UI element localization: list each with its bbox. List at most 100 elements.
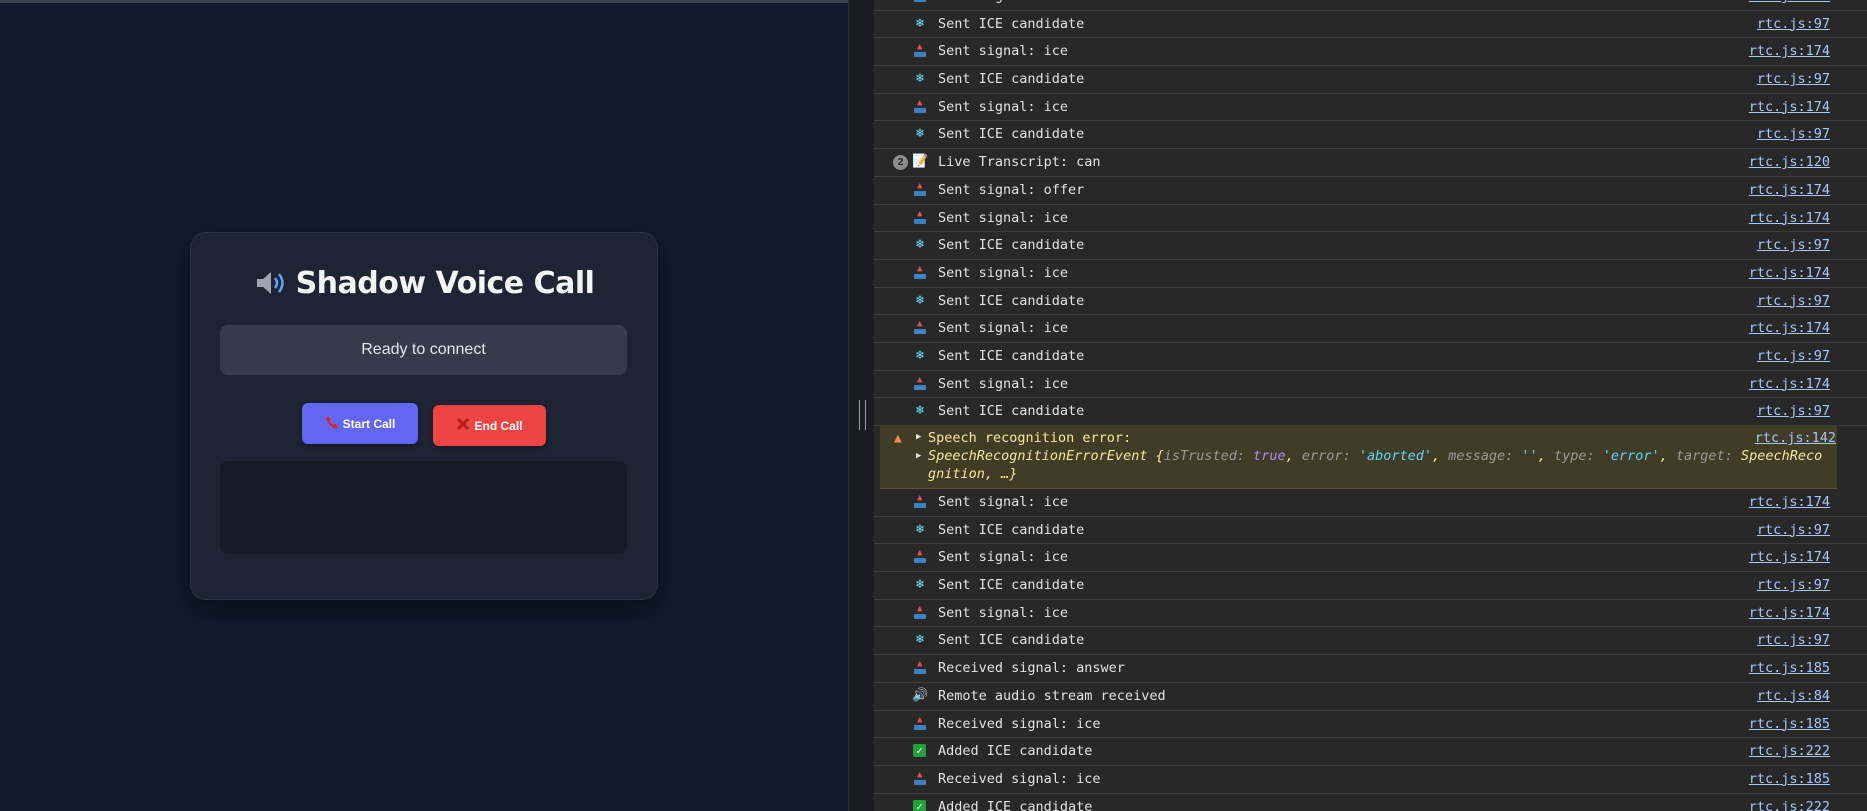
source-link[interactable]: rtc.js:97 [1757,348,1830,364]
snowflake-icon: ❄ [916,521,924,537]
outbox-icon: ▲ [912,209,928,226]
outbox-icon: ▲ [912,43,928,59]
snowflake-icon: ❄ [916,577,924,593]
outbox-icon: ▲ [912,604,928,621]
expand-object-triangle-icon[interactable]: ▶ [916,451,921,461]
console-row: ▲ Sent signal: ice rtc.js:174 [874,544,1867,573]
snowflake-icon: ❄ [916,237,924,253]
console-row: ▲ Sent signal: ice rtc.js:174 [874,600,1867,628]
outbox-icon: ▲ [912,264,928,281]
transcript-box [220,461,627,554]
console-row: ❄ Sent ICE candidate rtc.js:97 [874,66,1867,94]
console-message: Sent signal: ice [938,98,1069,115]
repeat-count-badge: 2 [893,155,908,171]
source-link[interactable]: rtc.js:185 [1749,660,1830,676]
source-link[interactable]: rtc.js:174 [1749,182,1830,198]
console-message: Sent ICE candidate [938,521,1085,538]
expand-triangle-icon[interactable]: ▶ [916,432,921,442]
source-link[interactable]: rtc.js:185 [1749,771,1830,787]
console-message: Sent ICE candidate [938,292,1085,309]
source-link[interactable]: rtc.js:174 [1749,376,1830,392]
page-title: Shadow Voice Call [191,266,657,305]
outbox-icon: ▲ [912,375,928,392]
console-message: Sent ICE candidate [938,237,1085,254]
call-card: Shadow Voice Call Ready to connect Start… [190,232,658,600]
source-link[interactable]: rtc.js:97 [1757,16,1830,32]
console-message: Sent signal: ice [938,320,1069,337]
console-message: Added ICE candidate [938,743,1093,760]
snowflake-icon: ❄ [916,347,924,363]
top-border [0,0,848,3]
console-message: Sent ICE candidate [938,15,1085,32]
cross-icon [456,417,470,434]
source-link[interactable]: rtc.js:174 [1749,605,1830,621]
console-message: Sent ICE candidate [938,403,1085,420]
panel-resizer[interactable] [848,0,875,811]
console-message: Sent ICE candidate [938,347,1085,364]
snowflake-icon: ❄ [916,403,924,419]
snowflake-icon: ❄ [916,632,924,648]
source-link[interactable]: rtc.js:120 [1749,154,1830,170]
source-link[interactable]: rtc.js:174 [1749,0,1830,4]
console-row: ✓ Added ICE candidate rtc.js:222 [874,794,1867,811]
source-link[interactable]: rtc.js:97 [1757,71,1830,87]
console-row: ▲ Sent signal: ice rtc.js:174 [874,260,1867,288]
error-object-preview: SpeechRecognitionErrorEvent {isTrusted: … [928,448,1823,464]
console-row: ❄ Sent ICE candidate rtc.js:97 [874,398,1867,426]
console-row: ▲ Sent signal: ice rtc.js:174 [874,489,1867,517]
resize-grip-icon[interactable] [859,400,866,430]
console-row: ▲ Sent signal: ice rtc.js:174 [874,371,1867,399]
source-link[interactable]: rtc.js:174 [1749,549,1830,565]
status-display: Ready to connect [220,325,627,375]
console-message: Live Transcript: can [938,154,1101,171]
source-link[interactable]: rtc.js:97 [1757,522,1830,538]
source-link[interactable]: rtc.js:84 [1757,688,1830,704]
start-call-button[interactable]: Start Call [302,403,418,444]
source-link[interactable]: rtc.js:97 [1757,632,1830,648]
console-messages: ▲ Sent signal: ice rtc.js:174 ❄ Sent ICE can… [874,0,1867,811]
console-message: Sent signal: ice [938,494,1069,510]
source-link[interactable]: rtc.js:174 [1749,265,1830,281]
console-row: ▲ Received signal: ice rtc.js:185 [874,711,1867,739]
console-row: ❄ Sent ICE candidate rtc.js:97 [874,11,1867,39]
source-link[interactable]: rtc.js:97 [1757,237,1830,253]
source-link[interactable]: rtc.js:222 [1749,799,1830,811]
source-link[interactable]: rtc.js:222 [1749,743,1830,759]
source-link[interactable]: rtc.js:174 [1749,43,1830,59]
source-link[interactable]: rtc.js:142 [1755,430,1836,446]
source-link[interactable]: rtc.js:97 [1757,403,1830,419]
source-link[interactable]: rtc.js:174 [1749,210,1830,226]
console-row: ❄ Sent ICE candidate rtc.js:97 [874,121,1867,150]
end-call-button[interactable]: End Call [433,405,546,446]
console-message: Sent ICE candidate [938,71,1085,88]
console-message: Added ICE candidate [938,798,1093,811]
console-row: ❄ Sent ICE candidate rtc.js:97 [874,232,1867,260]
outbox-icon: ▲ [912,494,928,510]
console-row: ▲ Received signal: answer rtc.js:185 [874,655,1867,683]
snowflake-icon: ❄ [916,126,924,142]
console-message: Remote audio stream received [938,687,1166,704]
source-link[interactable]: rtc.js:185 [1749,716,1830,732]
console-message: Sent signal: ice [938,549,1069,566]
console-message: Sent signal: offer [938,181,1085,198]
console-message: Sent signal: ice [938,264,1069,281]
console-row: ✓ Added ICE candidate rtc.js:222 [874,738,1867,766]
outbox-icon: ▲ [912,320,928,336]
snowflake-icon: ❄ [916,292,924,308]
source-link[interactable]: rtc.js:97 [1757,577,1830,593]
console-row: 2 📝 Live Transcript: can rtc.js:120 [874,149,1867,177]
outbox-icon: ▲ [912,549,928,565]
devtools-console: ▲ Sent signal: ice rtc.js:174 ❄ Sent ICE can… [874,0,1867,811]
source-link[interactable]: rtc.js:174 [1749,320,1830,336]
source-link[interactable]: rtc.js:174 [1749,494,1830,510]
console-message: Sent ICE candidate [938,577,1085,594]
source-link[interactable]: rtc.js:174 [1749,99,1830,115]
voice-call-app: Shadow Voice Call Ready to connect Start… [0,0,848,811]
console-message: Sent signal: ice [938,375,1069,392]
start-call-label: Start Call [342,416,396,431]
console-row: ▲ Sent signal: ice rtc.js:174 [874,0,1867,11]
snowflake-icon: ❄ [916,71,924,87]
source-link[interactable]: rtc.js:97 [1757,293,1830,309]
console-row: ❄ Sent ICE candidate rtc.js:97 [874,288,1867,316]
source-link[interactable]: rtc.js:97 [1757,126,1830,142]
